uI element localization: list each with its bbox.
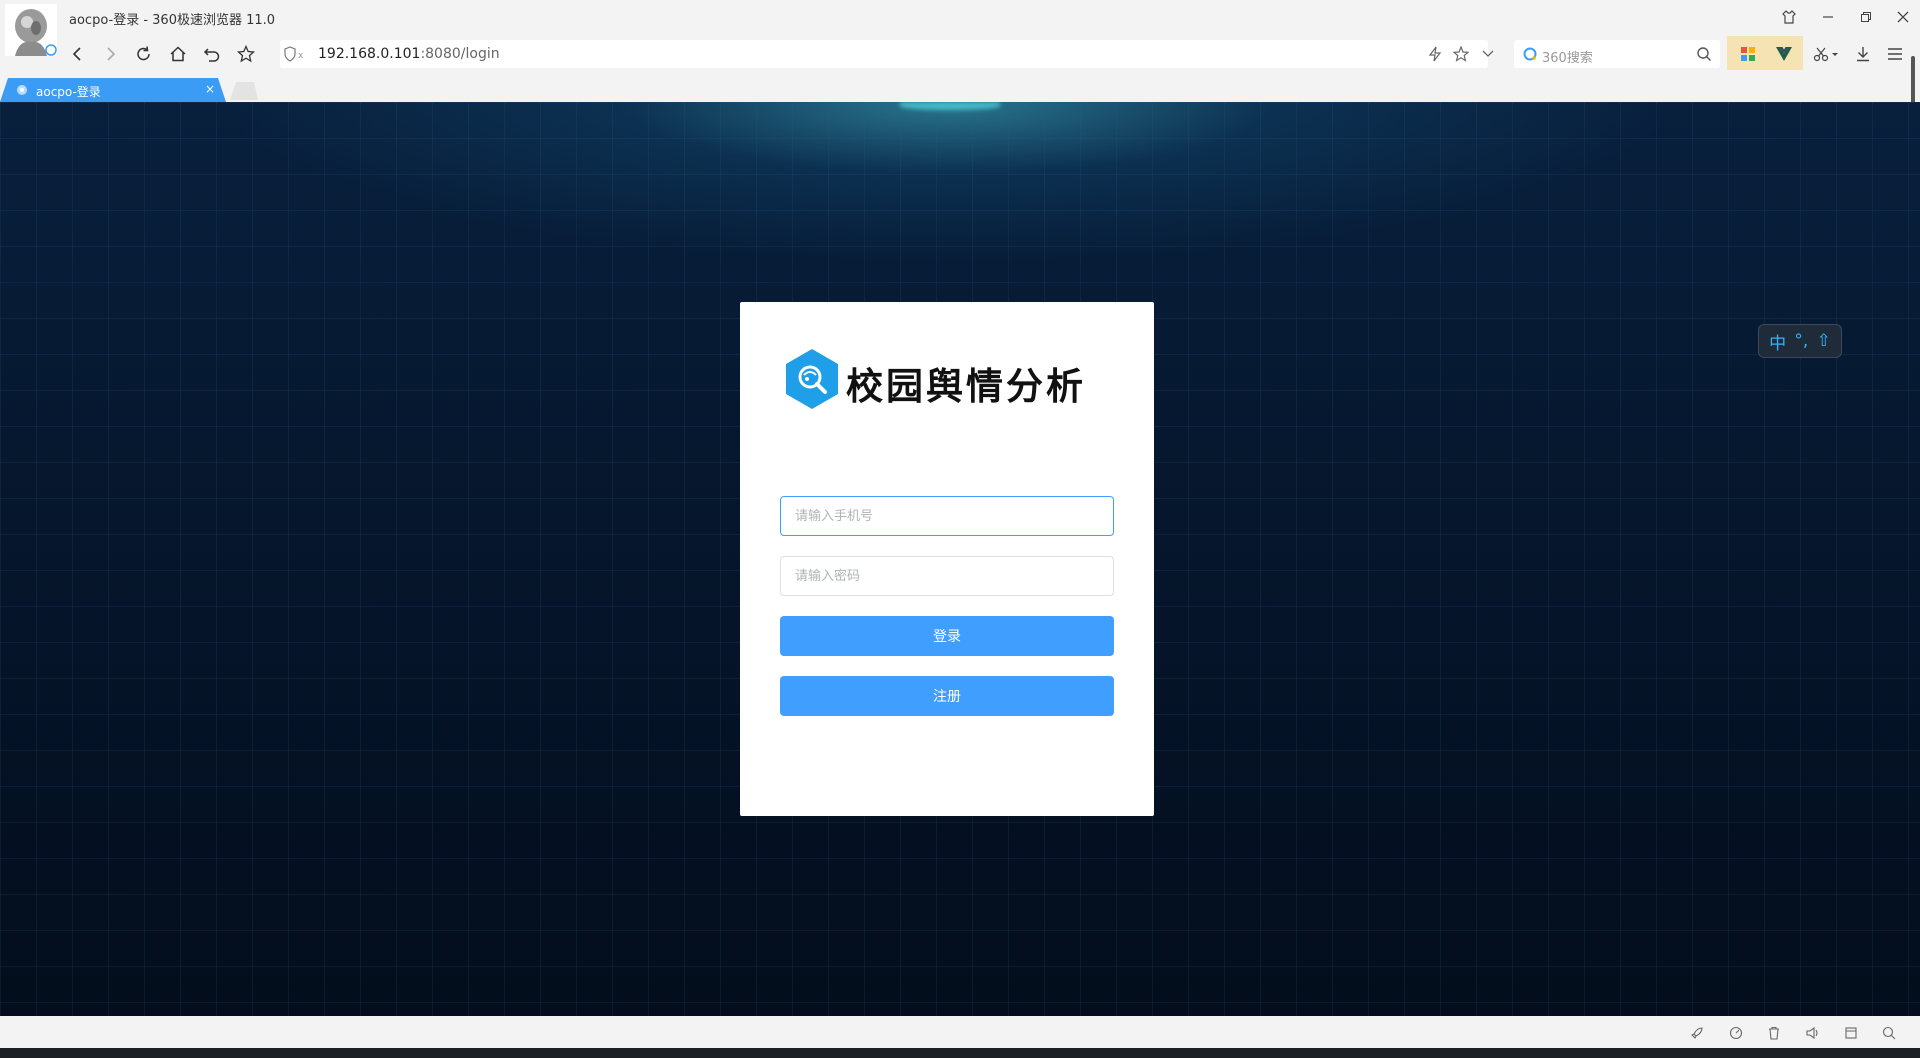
new-tab-button[interactable] [230,82,258,100]
undo-close-icon[interactable] [198,40,226,68]
search-placeholder: 360搜索 [1542,51,1593,66]
login-card: 校园舆情分析 登录 注册 [740,302,1154,816]
tab-label: aocpo-登录 [36,85,101,99]
tab-close-icon[interactable]: × [205,82,215,96]
user-avatar[interactable] [5,4,57,56]
phone-input[interactable] [780,496,1114,536]
reload-icon[interactable] [130,40,158,68]
lightning-icon[interactable] [1428,46,1442,66]
tab-bar: aocpo-登录 × [0,72,1920,102]
window-title: aocpo-登录 - 360极速浏览器 11.0 [69,13,276,28]
forward-icon[interactable] [97,40,125,68]
search-engine-icon [1522,46,1538,66]
vue-devtools-icon[interactable] [1768,40,1800,68]
back-icon[interactable] [63,40,91,68]
top-glow [900,102,1000,110]
search-icon[interactable] [1696,46,1712,66]
url-host: 192.168.0.101 [318,46,421,62]
minimize-button[interactable] [1811,2,1845,32]
close-window-button[interactable] [1886,2,1920,32]
status-bar [0,1016,1920,1048]
window-icon[interactable] [1842,1024,1860,1042]
address-bar[interactable]: x 192.168.0.101:8080/login [280,40,1494,68]
ime-punctuation-toggle[interactable]: °, [1794,331,1808,351]
search-box[interactable]: 360搜索 [1514,40,1720,68]
screenshot-scissors-icon[interactable] [1810,40,1842,68]
bookmark-star-icon[interactable] [232,40,260,68]
restore-button[interactable] [1849,2,1883,32]
url-path: :8080/login [420,46,500,62]
trash-icon[interactable] [1765,1024,1783,1042]
browser-toolbar: x 192.168.0.101:8080/login 360搜索 [0,36,1920,72]
security-shield-icon[interactable]: x [284,46,310,66]
ime-shift-icon[interactable]: ⇧ [1817,331,1831,351]
page-background: 校园舆情分析 登录 注册 中 °, ⇧ [0,102,1920,1016]
speed-gauge-icon[interactable] [1727,1024,1745,1042]
hexagon-logo-icon [784,348,840,410]
volume-icon[interactable] [1804,1024,1822,1042]
url-text[interactable]: 192.168.0.101:8080/login [318,46,500,62]
tab-favicon-icon [16,84,28,100]
download-icon[interactable] [1847,40,1879,68]
chevron-down-icon[interactable] [1482,46,1494,66]
ime-toolbar[interactable]: 中 °, ⇧ [1758,324,1842,358]
zoom-icon[interactable] [1880,1024,1898,1042]
password-input[interactable] [780,556,1114,596]
login-button[interactable]: 登录 [780,616,1114,656]
apps-grid-icon[interactable] [1732,40,1764,68]
svg-text:x: x [298,51,304,61]
shirt-skin-icon[interactable] [1772,2,1806,32]
home-icon[interactable] [164,40,192,68]
rocket-icon[interactable] [1688,1024,1706,1042]
favorite-star-icon[interactable] [1452,45,1470,66]
os-taskbar [0,1048,1920,1058]
ime-lang-toggle[interactable]: 中 [1769,329,1786,354]
app-title: 校园舆情分析 [846,364,1086,408]
register-button[interactable]: 注册 [780,676,1114,716]
tab-login[interactable]: aocpo-登录 × [0,78,226,102]
title-bar: aocpo-登录 - 360极速浏览器 11.0 [0,0,1920,36]
